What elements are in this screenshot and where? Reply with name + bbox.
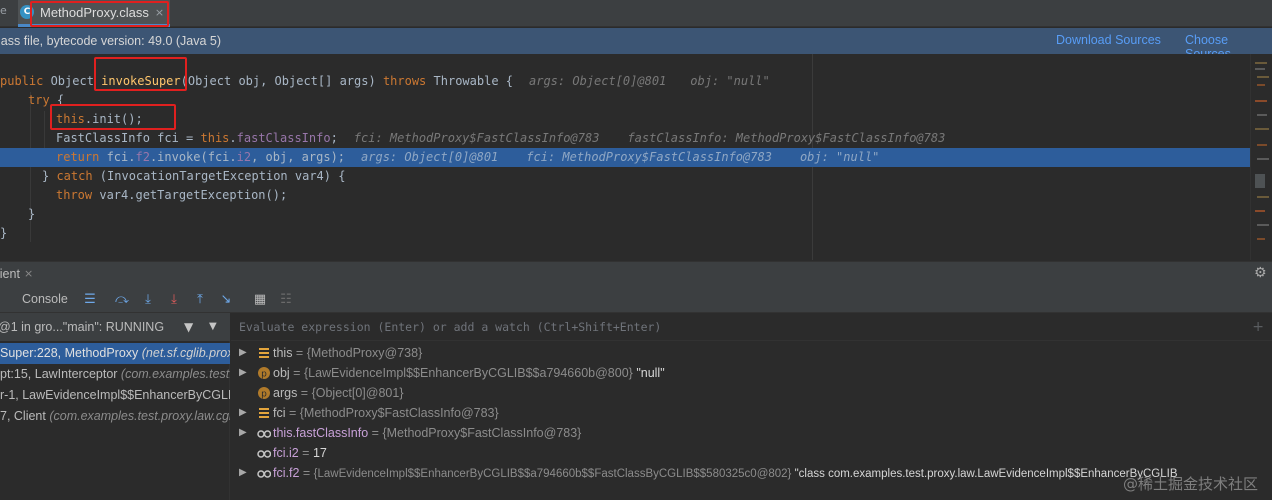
filter-icon[interactable]: ▼	[184, 320, 193, 334]
inline-debug-hint: fastClassInfo: MethodProxy$FastClassInfo…	[627, 131, 946, 145]
variable-row-args[interactable]: p args = {Object[0]@801}	[231, 383, 1272, 403]
class-file-icon: C	[20, 5, 34, 19]
field-icon	[259, 348, 269, 358]
chevron-down-icon[interactable]: ▼	[209, 321, 217, 332]
menu-lines-icon[interactable]: ☰	[82, 291, 98, 307]
code-editor[interactable]: public Object invokeSuper(Object obj, Ob…	[0, 54, 1272, 260]
expand-arrow-icon[interactable]: ▶	[239, 463, 247, 483]
add-watch-icon[interactable]: +	[1252, 319, 1264, 335]
download-sources-link[interactable]: Download Sources	[1056, 33, 1161, 47]
bytecode-version-message: lass file, bytecode version: 49.0 (Java …	[0, 34, 222, 48]
inline-debug-hint: obj: "null"	[799, 150, 880, 164]
variable-row-fastclassinfo[interactable]: ▶ this.fastClassInfo = {MethodProxy$Fast…	[231, 423, 1272, 443]
variable-row-fci-i2[interactable]: fci.i2 = 17	[231, 443, 1272, 463]
evaluate-expression-input[interactable]: Evaluate expression (Enter) or add a wat…	[231, 313, 1272, 341]
code-line-4: FastClassInfo fci = this.fastClassInfo; f…	[56, 131, 946, 145]
thread-selector[interactable]: @1 in gro..."main": RUNNING ▼ ▼	[0, 313, 230, 341]
frames-panel: @1 in gro..."main": RUNNING ▼ ▼ Super:22…	[0, 313, 230, 500]
debug-toolbar: Console ☰ ⤼ ⤓ ⤓ ⤒ ↘ ▦ ☷	[0, 285, 1272, 313]
variables-panel: Evaluate expression (Enter) or add a wat…	[231, 313, 1272, 500]
decompiled-info-bar: lass file, bytecode version: 49.0 (Java …	[0, 28, 1272, 61]
run-to-cursor-icon[interactable]: ↘	[218, 291, 234, 307]
tab-console[interactable]: Console	[0, 285, 72, 313]
code-line-6: } catch (InvocationTargetException var4)…	[42, 169, 346, 183]
tab-fragment: e	[0, 4, 7, 17]
evaluate-placeholder: Evaluate expression (Enter) or add a wat…	[239, 319, 662, 334]
tab-title: MethodProxy.class	[40, 4, 149, 20]
debug-tool-window-header: lient × ⚙	[0, 261, 1272, 285]
watermark-text: @稀土掘金技术社区	[1122, 475, 1258, 493]
step-over-icon[interactable]: ⤼	[114, 291, 130, 307]
code-line-3: this.init();	[56, 112, 143, 126]
variable-row-fci[interactable]: ▶ fci = {MethodProxy$FastClassInfo@783}	[231, 403, 1272, 423]
editor-minimap[interactable]	[1250, 54, 1272, 260]
step-into-icon[interactable]: ⤓	[140, 291, 156, 307]
step-out-icon[interactable]: ⤒	[192, 291, 208, 307]
thread-label: @1 in gro..."main": RUNNING	[0, 320, 165, 334]
frame-row[interactable]: 7, Client (com.examples.test.proxy.law.c…	[0, 406, 230, 427]
evaluate-expression-icon[interactable]: ▦	[252, 291, 268, 307]
watch-glasses-icon	[257, 430, 271, 438]
code-line-2: try {	[28, 93, 65, 107]
inline-debug-hint: obj: "null"	[690, 74, 770, 88]
frame-row[interactable]: pt:15, LawInterceptor (com.examples.test…	[0, 364, 230, 385]
editor-tab-bar: e C MethodProxy.class ×	[0, 0, 1272, 27]
variable-row-obj[interactable]: ▶ p obj = {LawEvidenceImpl$$EnhancerByCG…	[231, 363, 1272, 383]
watch-glasses-icon	[257, 450, 271, 458]
watch-glasses-icon	[257, 470, 271, 478]
code-line-1: public Object invokeSuper(Object obj, Ob…	[0, 74, 770, 88]
expand-arrow-icon[interactable]: ▶	[239, 343, 247, 363]
inline-debug-hint: args: Object[0]@801	[361, 150, 499, 164]
svg-text:p: p	[261, 370, 267, 380]
code-line-5-current: return fci.f2.invoke(fci.i2, obj, args);…	[0, 148, 1250, 167]
variable-row-this[interactable]: ▶ this = {MethodProxy@738}	[231, 343, 1272, 363]
inline-debug-hint: fci: MethodProxy$FastClassInfo@783	[526, 150, 772, 164]
variable-row-fci-f2[interactable]: ▶ fci.f2 = {LawEvidenceImpl$$EnhancerByC…	[231, 463, 1272, 483]
frame-row[interactable]: r-1, LawEvidenceImpl$$EnhancerByCGLIB$$a…	[0, 385, 230, 406]
session-close-icon[interactable]: ×	[24, 267, 33, 280]
code-line-9: }	[0, 226, 8, 240]
gear-icon[interactable]: ⚙	[1254, 266, 1268, 280]
frame-row[interactable]: Super:228, MethodProxy (net.sf.cglib.pro…	[0, 343, 230, 364]
tab-methodproxy-class[interactable]: C MethodProxy.class ×	[18, 0, 170, 27]
trace-icon[interactable]: ☷	[278, 291, 294, 307]
svg-text:p: p	[261, 390, 267, 400]
inline-debug-hint: fci: MethodProxy$FastClassInfo@783	[353, 131, 600, 145]
field-icon	[259, 408, 269, 418]
debug-session-name[interactable]: lient	[0, 267, 20, 281]
parameter-icon: p	[258, 367, 270, 380]
parameter-icon: p	[258, 387, 270, 400]
expand-arrow-icon[interactable]: ▶	[239, 363, 247, 383]
inline-debug-hint: args: Object[0]@801	[529, 74, 667, 88]
force-step-into-icon[interactable]: ⤓	[166, 291, 182, 307]
tab-close-icon[interactable]: ×	[155, 6, 164, 19]
code-line-7: throw var4.getTargetException();	[56, 188, 288, 202]
expand-arrow-icon[interactable]: ▶	[239, 423, 247, 443]
expand-arrow-icon[interactable]: ▶	[239, 403, 247, 423]
code-line-8: }	[28, 207, 36, 221]
